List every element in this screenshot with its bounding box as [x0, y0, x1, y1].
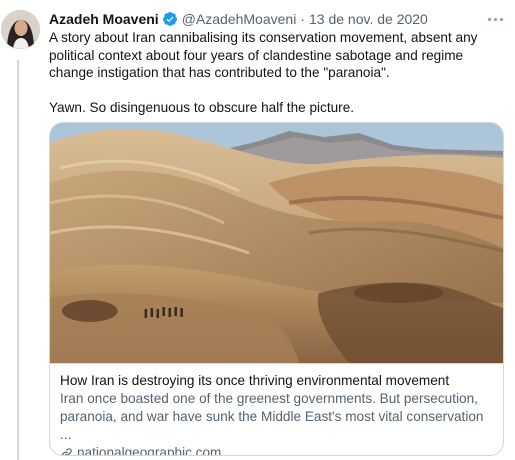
tweet-text-paragraph-2: Yawn. So disingenuous to obscure half th…: [49, 100, 355, 115]
separator-dot: ·: [300, 11, 305, 27]
tweet-text: A story about Iran cannibalising its con…: [49, 29, 505, 117]
link-icon: [61, 447, 72, 455]
user-handle[interactable]: @AzadehMoaveni: [182, 11, 297, 27]
thread-connector-line: [17, 60, 19, 460]
card-domain-text: nationalgeographic.com: [77, 445, 222, 456]
tweet-date[interactable]: 13 de nov. de 2020: [309, 11, 428, 27]
card-domain[interactable]: nationalgeographic.com: [60, 444, 493, 456]
avatar[interactable]: [1, 10, 40, 49]
card-description: Iran once boasted one of the greenest go…: [60, 391, 484, 442]
card-image: [50, 123, 503, 363]
tweet-text-paragraph-1: A story about Iran cannibalising its con…: [49, 30, 478, 80]
card-title[interactable]: How Iran is destroying its once thriving…: [60, 372, 493, 390]
tweet-header: Azadeh Moaveni @AzadehMoaveni · 13 de no…: [49, 9, 505, 29]
link-preview-card[interactable]: How Iran is destroying its once thriving…: [49, 122, 504, 456]
card-body: How Iran is destroying its once thriving…: [50, 363, 503, 456]
verified-badge-icon: [162, 11, 178, 27]
display-name[interactable]: Azadeh Moaveni: [49, 11, 159, 27]
more-options-icon[interactable]: [485, 9, 505, 29]
